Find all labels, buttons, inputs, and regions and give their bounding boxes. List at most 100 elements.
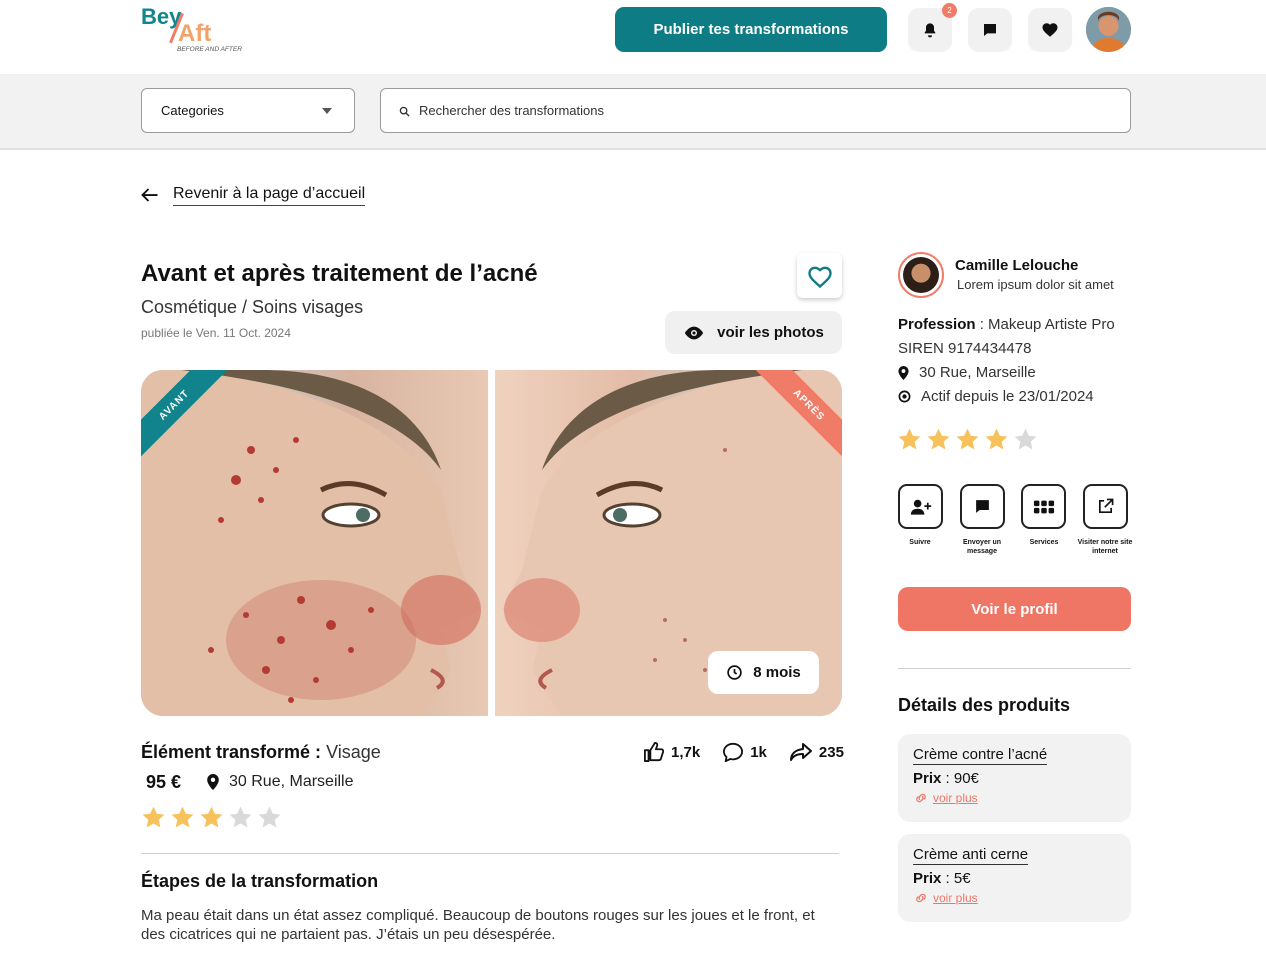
logo-tagline: BEFORE AND AFTER [177, 46, 242, 53]
star-filled-icon [171, 806, 194, 828]
transformed-element-value: Visage [326, 742, 381, 762]
star-empty-icon [1014, 428, 1037, 450]
author-address: 30 Rue, Marseille [898, 364, 1036, 381]
messages-button[interactable] [968, 8, 1012, 52]
author-name[interactable]: Camille Lelouche [955, 257, 1078, 274]
like-button[interactable]: 1,7k [643, 742, 700, 762]
top-header: Bey Aft BEFORE AND AFTER Publier tes tra… [0, 0, 1266, 74]
product-card: Crème contre l’acné Prix : 90€ voir plus [898, 734, 1131, 822]
product-price: Prix : 90€ [913, 770, 979, 787]
search-placeholder: Rechercher des transformations [419, 103, 604, 118]
star-empty-icon [229, 806, 252, 828]
post-location-label: 30 Rue, Marseille [229, 773, 354, 790]
favorites-button[interactable] [1028, 8, 1072, 52]
post-title: Avant et après traitement de l’acné [141, 260, 538, 287]
author-siren: SIREN 9174434478 [898, 340, 1032, 357]
link-icon [916, 893, 926, 903]
category-select-label: Categories [161, 103, 224, 118]
author-address-label: 30 Rue, Marseille [919, 364, 1036, 381]
services-label: Services [1029, 539, 1059, 546]
profession-value: : Makeup Artiste Pro [975, 316, 1115, 333]
duration-label: 8 mois [753, 664, 801, 681]
publish-button[interactable]: Publier tes transformations [615, 7, 887, 52]
post-date: publiée le Ven. 11 Oct. 2024 [141, 326, 291, 340]
share-button[interactable]: 235 [789, 742, 844, 762]
thumbs-up-icon [644, 742, 665, 762]
author-rating [897, 427, 1038, 452]
author-profession: Profession : Makeup Artiste Pro [898, 316, 1115, 333]
steps-title: Étapes de la transformation [141, 871, 379, 891]
visit-website-label: Visiter notre site internet [1077, 539, 1133, 555]
author-active-since: Actif depuis le 23/01/2024 [898, 388, 1094, 405]
services-button[interactable] [1021, 484, 1066, 529]
search-input[interactable]: Rechercher des transformations [380, 88, 1131, 133]
back-link-label: Revenir à la page d’accueil [173, 185, 366, 206]
send-message-button[interactable] [960, 484, 1005, 529]
star-filled-icon [142, 806, 165, 828]
notification-badge: 2 [942, 3, 957, 18]
back-link[interactable]: Revenir à la page d’accueil [141, 182, 366, 208]
share-count: 235 [818, 743, 844, 761]
star-filled-icon [956, 428, 979, 450]
product-name[interactable]: Crème anti cerne [913, 846, 1029, 865]
notifications-button[interactable]: 2 [908, 3, 957, 52]
before-image[interactable]: AVANT [141, 370, 488, 716]
category-select[interactable]: Categories [141, 88, 355, 133]
product-more-link[interactable]: voir plus [914, 891, 978, 905]
search-icon [399, 106, 410, 117]
view-profile-button[interactable]: Voir le profil [898, 587, 1131, 631]
grid-icon [1033, 500, 1054, 513]
section-divider [141, 853, 839, 854]
view-photos-label: voir les photos [717, 324, 824, 341]
comment-icon [723, 742, 744, 762]
target-icon [898, 390, 911, 403]
arrow-left-icon [141, 188, 158, 202]
author-active-since-label: Actif depuis le 23/01/2024 [921, 388, 1094, 405]
logo-text-bottom: Aft [178, 20, 212, 47]
location-pin-icon [207, 774, 219, 790]
product-more-link[interactable]: voir plus [914, 791, 978, 805]
transformed-element: Élément transformé : Visage [141, 742, 381, 763]
user-avatar[interactable] [1086, 7, 1131, 52]
chat-icon [984, 24, 996, 36]
favorite-button[interactable] [797, 253, 842, 298]
star-filled-icon [927, 428, 950, 450]
product-price: Prix : 5€ [913, 870, 971, 887]
duration-badge: 8 mois [708, 651, 819, 694]
heart-outline-icon [807, 266, 832, 288]
post-rating [141, 805, 282, 830]
like-count: 1,7k [671, 743, 701, 761]
eye-icon [684, 326, 704, 339]
external-link-icon [1098, 498, 1114, 514]
star-filled-icon [898, 428, 921, 450]
share-icon [789, 743, 812, 761]
product-card: Crème anti cerne Prix : 5€ voir plus [898, 834, 1131, 922]
post-location: 30 Rue, Marseille [207, 773, 354, 791]
before-face-illustration [141, 370, 481, 716]
star-empty-icon [258, 806, 281, 828]
logo[interactable]: Bey Aft BEFORE AND AFTER [141, 4, 261, 56]
profession-label: Profession [898, 316, 976, 333]
steps-text: Ma peau était dans un état assez compliq… [141, 907, 815, 943]
transformed-element-label: Élément transformé : [141, 742, 322, 762]
visit-website-button[interactable] [1083, 484, 1128, 529]
engagement-stats: 1,7k 1k 235 [643, 742, 866, 762]
location-pin-icon [898, 365, 909, 380]
chevron-down-icon [322, 108, 332, 114]
user-avatar-image [1086, 7, 1131, 52]
products-title: Détails des produits [898, 695, 1071, 715]
author-avatar[interactable] [898, 252, 944, 298]
product-name[interactable]: Crème contre l’acné [913, 746, 1048, 765]
comment-button[interactable]: 1k [722, 742, 767, 762]
filter-bar: Categories Rechercher des transformation… [0, 74, 1266, 150]
clock-icon [727, 665, 742, 680]
star-filled-icon [985, 428, 1008, 450]
follow-button[interactable] [898, 484, 943, 529]
products-divider [898, 668, 1131, 669]
price: 95 € [146, 772, 182, 792]
comment-count: 1k [750, 743, 767, 761]
star-filled-icon [200, 806, 223, 828]
view-photos-button[interactable]: voir les photos [665, 311, 842, 354]
link-icon [916, 793, 926, 803]
post-category: Cosmétique / Soins visages [141, 297, 364, 317]
